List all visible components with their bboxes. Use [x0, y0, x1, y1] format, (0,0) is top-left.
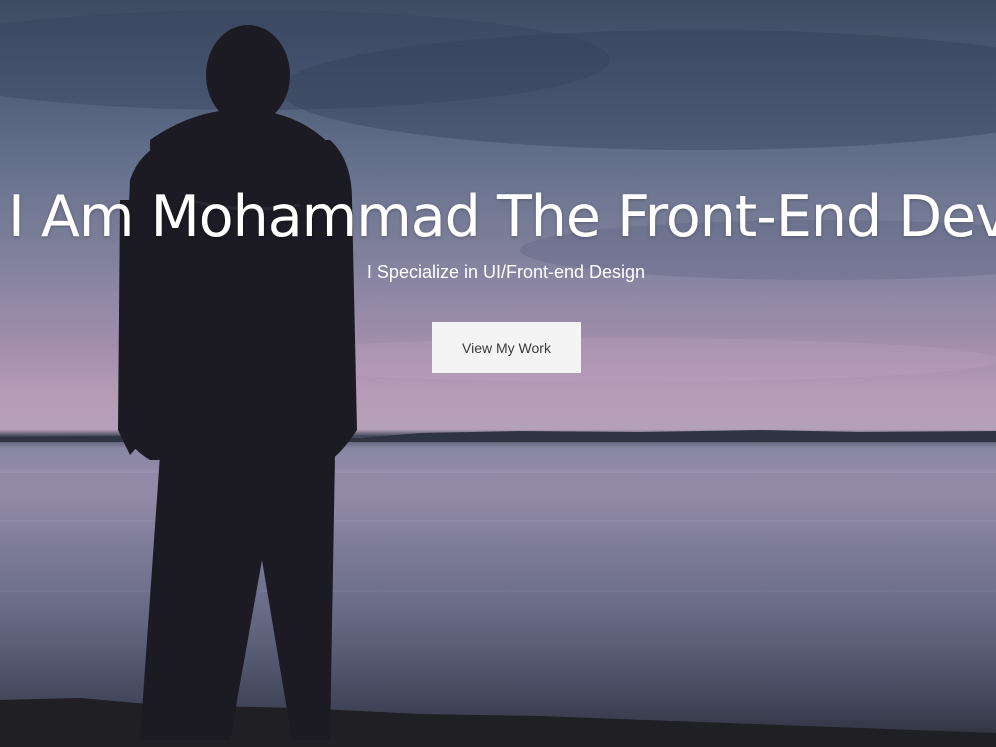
hero-content: I Am Mohammad The Front-End Develop I Sp… [0, 0, 996, 747]
hero-section: I Am Mohammad The Front-End Develop I Sp… [0, 0, 996, 747]
view-my-work-button[interactable]: View My Work [432, 322, 581, 373]
hero-tagline: I Specialize in UI/Front-end Design [366, 262, 646, 282]
hero-headline: I Am Mohammad The Front-End Develop [8, 184, 996, 250]
